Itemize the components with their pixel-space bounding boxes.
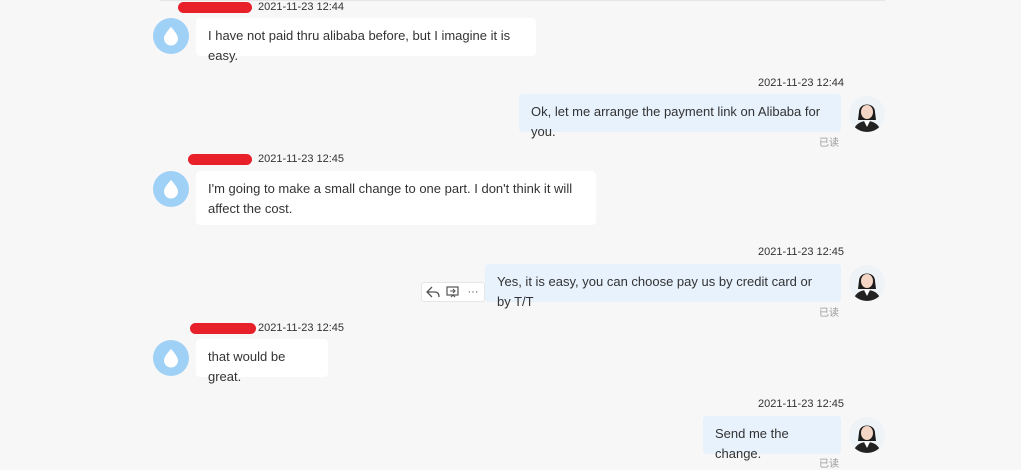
message-bubble[interactable]: Ok, let me arrange the payment link on A… [519,94,841,139]
message-actions-toolbar: ··· [421,282,485,302]
message-bubble[interactable]: I have not paid thru alibaba before, but… [196,18,536,63]
droplet-avatar-icon [164,349,178,368]
message-timestamp: 2021-11-23 12:45 [758,398,845,410]
contact-avatar[interactable] [153,171,189,207]
agent-avatar[interactable] [849,96,885,132]
message-timestamp: 2021-11-23 12:45 [258,153,345,165]
redacted-sender-name [190,323,256,334]
message-timestamp: 2021-11-23 12:44 [258,1,345,13]
contact-avatar[interactable] [153,340,189,376]
message-bubble[interactable]: Yes, it is easy, you can choose pay us b… [485,264,841,309]
reply-icon[interactable] [426,285,440,299]
more-icon[interactable]: ··· [466,285,480,299]
contact-avatar[interactable] [153,18,189,54]
person-avatar-icon [849,417,885,453]
person-avatar-icon [849,265,885,301]
droplet-avatar-icon [164,180,178,199]
message-timestamp: 2021-11-23 12:44 [758,77,845,89]
message-timestamp: 2021-11-23 12:45 [258,322,345,334]
agent-avatar[interactable] [849,265,885,301]
message-bubble[interactable]: that would be great. [196,339,328,384]
read-status: 已读 [819,459,839,470]
person-avatar-icon [849,96,885,132]
redacted-sender-name [178,2,252,13]
read-status: 已读 [819,308,839,319]
redacted-sender-name [188,154,252,165]
message-bubble[interactable]: Send me the change. [703,416,841,461]
droplet-avatar-icon [164,27,178,46]
message-bubble[interactable]: I'm going to make a small change to one … [196,171,596,225]
message-timestamp: 2021-11-23 12:45 [758,246,845,258]
read-status: 已读 [819,138,839,149]
forward-icon[interactable] [446,285,460,299]
agent-avatar[interactable] [849,417,885,453]
